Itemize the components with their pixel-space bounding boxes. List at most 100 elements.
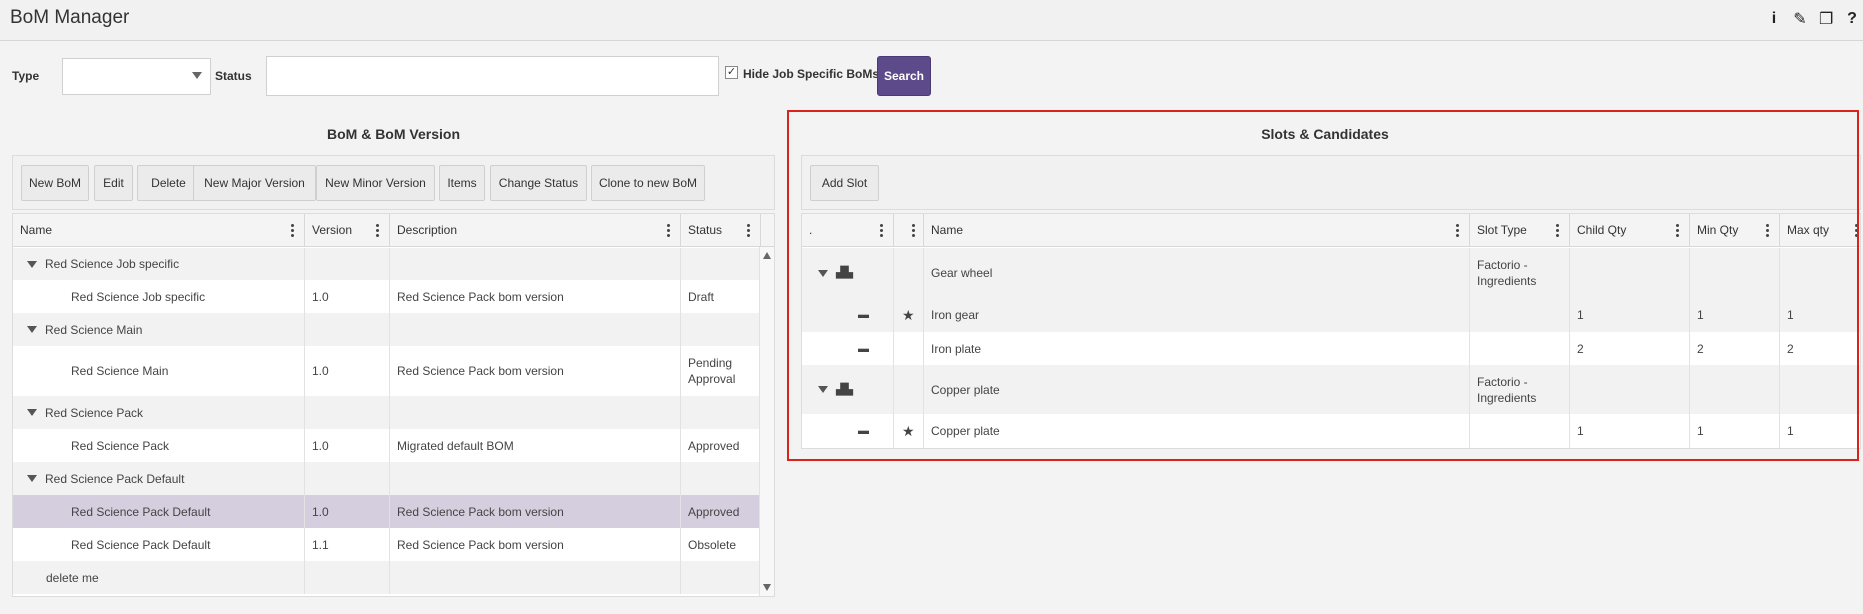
left-panel-title: BoM & BoM Version (326, 126, 460, 142)
bom-toolbar: New BoM Edit Delete New Major Version Ne… (12, 155, 775, 210)
column-menu-icon[interactable] (291, 224, 294, 237)
row-name: delete me (13, 561, 305, 594)
table-row[interactable]: delete me (13, 561, 761, 594)
row-status (681, 462, 761, 495)
column-menu-icon[interactable] (747, 224, 750, 237)
clone-to-new-bom-button[interactable]: Clone to new BoM (591, 165, 705, 201)
expand-icon[interactable] (27, 326, 37, 333)
row-status: Obsolete (681, 528, 761, 561)
row-name-text: Red Science Job specific (45, 257, 180, 271)
row-name: Red Science Pack (13, 429, 305, 462)
table-row[interactable]: Red Science Pack Default 1.1 Red Science… (13, 528, 761, 561)
window-icon[interactable]: ❐ (1819, 9, 1833, 29)
row-name: Red Science Pack Default (13, 528, 305, 561)
tree-group-row[interactable]: Red Science Job specific (13, 248, 761, 280)
toolbar-icons: i ✎ ❐ ? (1767, 9, 1859, 29)
title-bar: BoM Manager i ✎ ❐ ? (0, 0, 1863, 41)
row-name-text: Red Science Main (45, 322, 143, 337)
row-version: 1.1 (305, 528, 390, 561)
highlight-box (787, 110, 1859, 461)
tree-group-row[interactable]: Red Science Main (13, 313, 761, 346)
type-label: Type (12, 69, 40, 83)
row-description (390, 396, 681, 429)
col-header-description-label: Description (397, 223, 458, 237)
new-minor-version-button[interactable]: New Minor Version (316, 165, 435, 201)
row-description: Red Science Pack bom version (390, 528, 681, 561)
scroll-down-icon[interactable] (763, 584, 771, 591)
chevron-down-icon (192, 72, 202, 79)
row-version (305, 561, 390, 594)
row-status (681, 561, 761, 594)
row-name: Red Science Pack Default (13, 495, 305, 528)
col-header-name[interactable]: Name (13, 214, 305, 247)
row-name: Red Science Job specific (13, 248, 305, 280)
help-icon[interactable]: ? (1845, 10, 1859, 28)
row-status (681, 396, 761, 429)
expand-icon[interactable] (27, 475, 37, 482)
scroll-up-icon[interactable] (763, 252, 771, 259)
row-version (305, 313, 390, 346)
info-icon[interactable]: i (1767, 10, 1781, 28)
row-status: Pending Approval (681, 346, 761, 396)
bom-grid-header: Name Version Description Status (13, 214, 774, 247)
row-name: Red Science Main (13, 313, 305, 346)
type-select[interactable] (62, 58, 211, 95)
col-header-status[interactable]: Status (681, 214, 761, 247)
table-row-selected[interactable]: Red Science Pack Default 1.0 Red Science… (13, 495, 761, 528)
row-status (681, 248, 761, 280)
row-version: 1.0 (305, 429, 390, 462)
items-button[interactable]: Items (439, 165, 485, 201)
search-button[interactable]: Search (877, 56, 931, 96)
tree-group-row[interactable]: Red Science Pack (13, 396, 761, 429)
row-name: Red Science Job specific (13, 280, 305, 313)
col-header-name-label: Name (20, 223, 53, 237)
row-status: Draft (681, 280, 761, 313)
status-input[interactable] (266, 56, 719, 96)
column-menu-icon[interactable] (667, 224, 670, 237)
hide-job-specific-label: Hide Job Specific BoMs (743, 67, 880, 81)
column-menu-icon[interactable] (376, 224, 379, 237)
row-name: Red Science Main (13, 346, 305, 396)
row-description (390, 248, 681, 280)
edit-button[interactable]: Edit (94, 165, 133, 201)
expand-icon[interactable] (27, 409, 37, 416)
row-name: Red Science Pack (13, 396, 305, 429)
status-label: Status (215, 69, 252, 83)
pencil-icon[interactable]: ✎ (1793, 9, 1807, 29)
row-description: Migrated default BOM (390, 429, 681, 462)
col-header-description[interactable]: Description (390, 214, 681, 247)
delete-button[interactable]: Delete (137, 165, 200, 201)
col-header-version[interactable]: Version (305, 214, 390, 247)
row-status: Approved (681, 495, 761, 528)
col-header-version-label: Version (312, 223, 353, 237)
row-description: Red Science Pack bom version (390, 346, 681, 396)
hide-job-specific-checkbox[interactable]: ✓ (725, 66, 738, 79)
row-description: Red Science Pack bom version (390, 280, 681, 313)
vertical-scrollbar[interactable] (759, 247, 774, 596)
change-status-button[interactable]: Change Status (490, 165, 587, 201)
row-version (305, 396, 390, 429)
table-row[interactable]: Red Science Pack 1.0 Migrated default BO… (13, 429, 761, 462)
row-version (305, 248, 390, 280)
bom-grid: Name Version Description Status Red Scie… (12, 213, 775, 597)
row-version: 1.0 (305, 280, 390, 313)
expand-icon[interactable] (27, 260, 37, 268)
row-name-text: Red Science Pack Default (45, 471, 185, 486)
filter-bar: Type Status ✓ Hide Job Specific BoMs Sea… (0, 41, 1863, 105)
tree-group-row[interactable]: Red Science Pack Default (13, 462, 761, 495)
row-version (305, 462, 390, 495)
row-status (681, 313, 761, 346)
row-version: 1.0 (305, 495, 390, 528)
col-header-status-label: Status (688, 223, 723, 237)
row-status: Approved (681, 429, 761, 462)
row-description: Red Science Pack bom version (390, 495, 681, 528)
row-description (390, 313, 681, 346)
table-row[interactable]: Red Science Job specific 1.0 Red Science… (13, 280, 761, 313)
new-major-version-button[interactable]: New Major Version (193, 165, 316, 201)
row-description (390, 561, 681, 594)
row-name-text: Red Science Pack (45, 405, 144, 420)
new-bom-button[interactable]: New BoM (21, 165, 89, 201)
row-description (390, 462, 681, 495)
table-row[interactable]: Red Science Main 1.0 Red Science Pack bo… (13, 346, 761, 396)
app-title: BoM Manager (10, 7, 130, 28)
